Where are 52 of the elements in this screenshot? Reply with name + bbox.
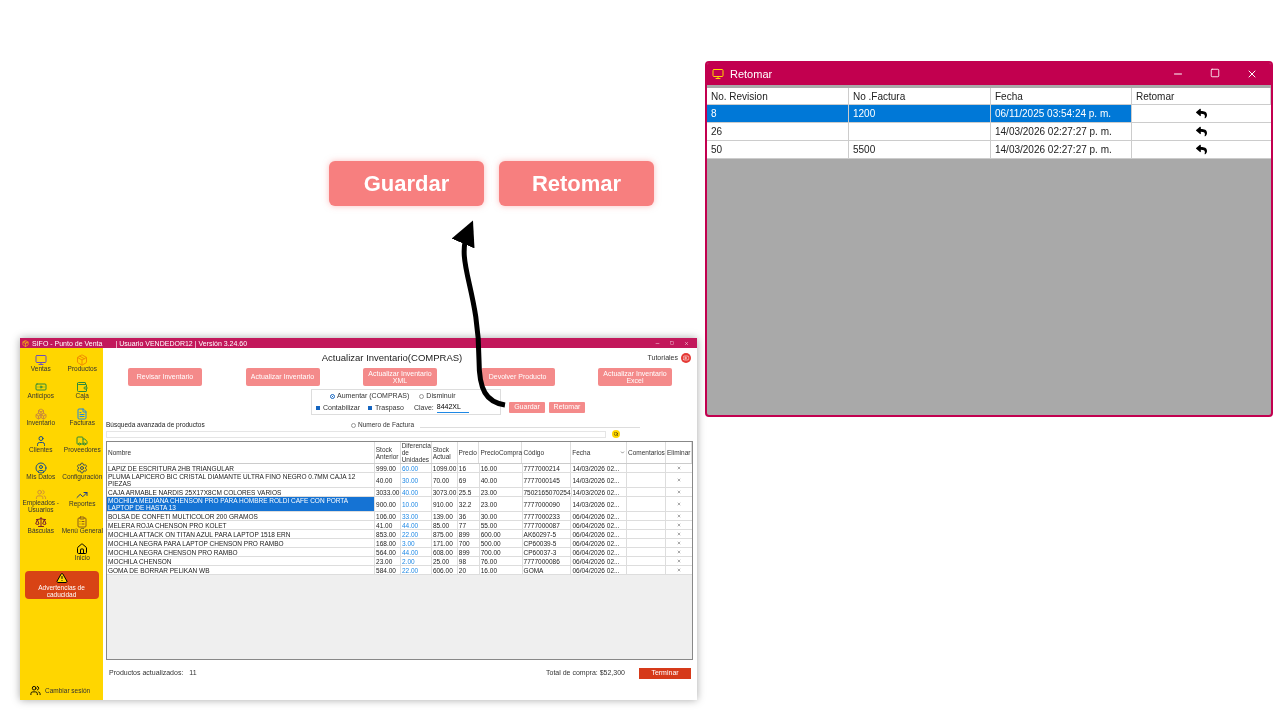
document-icon	[76, 408, 89, 420]
scale-icon	[34, 516, 47, 528]
resume-icon[interactable]	[1196, 126, 1207, 137]
resume-icon[interactable]	[1196, 144, 1207, 155]
column-header[interactable]: No .Factura	[849, 88, 991, 104]
table-cell-text: 5500	[853, 143, 876, 157]
sort-icon[interactable]	[620, 450, 625, 455]
column-header[interactable]: No. Revision	[707, 88, 849, 104]
table-row[interactable]: 50 5500 14/03/2026 02:27:27 p. m.	[707, 141, 1271, 159]
table-cell-text: 1200	[853, 107, 876, 121]
search-icon[interactable]	[612, 430, 620, 438]
user-icon	[34, 462, 47, 474]
wallet-icon	[76, 381, 89, 393]
warning-icon	[55, 572, 68, 584]
column-header[interactable]: Fecha	[991, 88, 1132, 104]
home-icon	[76, 543, 89, 555]
app-icon	[712, 68, 724, 80]
table-cell-text: 06/11/2025 03:54:24 p. m.	[995, 107, 1111, 121]
table-cell-text: 14/03/2026 02:27:27 p. m.	[995, 125, 1112, 139]
window-title: Retomar	[730, 66, 773, 82]
table-cell-text: 50	[711, 143, 723, 157]
maximize-icon[interactable]	[1210, 68, 1220, 78]
resume-icon[interactable]	[1196, 108, 1207, 119]
radio-button[interactable]	[330, 393, 335, 399]
boxes-icon	[34, 408, 47, 420]
table-cell-text: 8	[711, 107, 717, 121]
checkbox[interactable]	[316, 406, 320, 410]
chart-icon	[76, 489, 89, 501]
column-header[interactable]: Retomar	[1132, 88, 1271, 104]
banknote-icon	[34, 381, 47, 393]
box-icon	[76, 354, 89, 366]
user-icon	[34, 435, 47, 447]
table-cell-text: 14/03/2026 02:27:27 p. m.	[995, 143, 1112, 157]
search-field[interactable]	[106, 430, 606, 438]
minimize-icon[interactable]	[655, 340, 660, 346]
users-icon	[30, 685, 41, 696]
radio-button[interactable]	[419, 393, 425, 399]
table-cell-text: 26	[711, 125, 723, 139]
close-icon[interactable]	[1246, 68, 1258, 80]
close-icon[interactable]	[684, 340, 689, 346]
table-row[interactable]: 26 14/03/2026 02:27:27 p. m.	[707, 123, 1271, 141]
gear-icon	[76, 462, 89, 474]
maximize-icon[interactable]	[670, 340, 674, 345]
table-row[interactable]: 8 1200 06/11/2025 03:54:24 p. m.	[707, 105, 1271, 123]
monitor-icon	[34, 354, 47, 366]
clipboard-icon	[76, 516, 89, 528]
radio-button[interactable]	[351, 422, 356, 428]
video-icon[interactable]	[681, 353, 691, 364]
page-heading: Actualizar Inventario(COMPRAS)	[321, 350, 463, 365]
users-icon	[34, 489, 47, 500]
truck-icon	[76, 435, 89, 447]
checkbox[interactable]	[367, 406, 372, 410]
